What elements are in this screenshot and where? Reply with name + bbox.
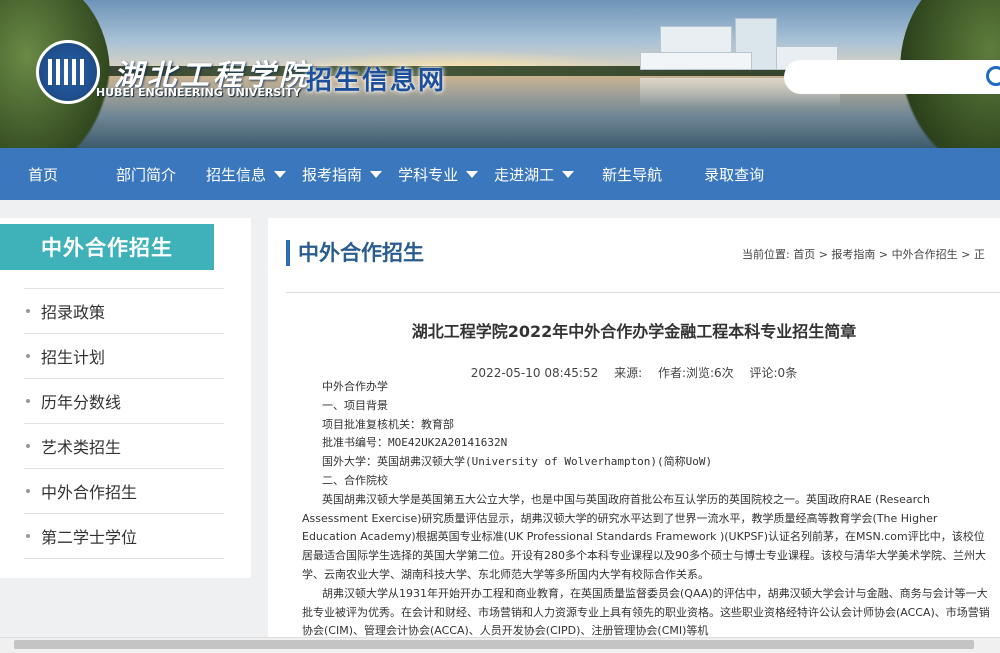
sidebar-item-label: 中外合作招生 (41, 483, 138, 502)
sidebar-list: 招录政策 招生计划 历年分数线 艺术类招生 中外合作招生 第二学士学位 (24, 288, 224, 559)
nav-label: 报考指南 (302, 165, 363, 184)
nav-department[interactable]: 部门简介 (116, 148, 176, 200)
chevron-down-icon (274, 170, 287, 178)
main-content: 中外合作招生 当前位置: 首页 > 报考指南 > 中外合作招生 > 正 湖北工程… (268, 218, 1000, 652)
search-input[interactable] (784, 60, 1000, 94)
nav-guide[interactable]: 报考指南 (302, 148, 383, 200)
sidebar-item-cooperation[interactable]: 中外合作招生 (24, 469, 224, 514)
breadcrumb[interactable]: 当前位置: 首页 > 报考指南 > 中外合作招生 > 正 (742, 246, 985, 262)
chevron-down-icon (562, 170, 575, 178)
sidebar: 中外合作招生 招录政策 招生计划 历年分数线 艺术类招生 中外合作招生 第二学士… (0, 218, 251, 578)
sidebar-item-policy[interactable]: 招录政策 (24, 288, 224, 334)
nav-result-query[interactable]: 录取查询 (704, 148, 764, 200)
divider (286, 292, 1000, 293)
paragraph: 胡弗汉顿大学从1931年开始开办工程和商业教育，在英国质量监督委员会(QAA)的… (302, 586, 990, 638)
nav-freshman[interactable]: 新生导航 (602, 148, 662, 200)
nav-label: 走进湖工 (494, 165, 555, 184)
scrollbar-thumb[interactable] (14, 640, 974, 649)
paragraph: 二、合作院校 (322, 473, 388, 487)
sidebar-item-art[interactable]: 艺术类招生 (24, 424, 224, 469)
main-nav: 首页 部门简介 招生信息 报考指南 学科专业 走进湖工 新生导航 录取查询 (0, 148, 1000, 200)
bullet-icon (26, 489, 30, 493)
article-title: 湖北工程学院2022年中外合作办学金融工程本科专业招生简章 (411, 322, 857, 341)
site-title: 招生信息网 (306, 66, 447, 96)
university-logo[interactable] (36, 40, 100, 104)
bullet-icon (26, 534, 30, 538)
paragraph: 国外大学：英国胡弗汉顿大学(University of Wolverhampto… (322, 455, 713, 469)
sidebar-item-scores[interactable]: 历年分数线 (24, 379, 224, 424)
nav-label: 新生导航 (602, 165, 663, 184)
search-icon[interactable] (986, 66, 1000, 86)
bullet-icon (26, 399, 30, 403)
nav-label: 首页 (28, 165, 59, 184)
nav-label: 录取查询 (704, 165, 765, 184)
sidebar-item-plan[interactable]: 招生计划 (24, 334, 224, 379)
bullet-icon (26, 309, 30, 313)
sidebar-item-label: 招生计划 (41, 348, 106, 367)
paragraph: 项目批准复核机关：教育部 (322, 417, 454, 431)
bullet-icon (26, 444, 30, 448)
nav-about[interactable]: 走进湖工 (494, 148, 575, 200)
nav-label: 部门简介 (116, 165, 177, 184)
sidebar-item-second-degree[interactable]: 第二学士学位 (24, 514, 224, 559)
paragraph: 批准书编号：MOE42UK2A20141632N (322, 436, 508, 450)
nav-label: 学科专业 (398, 165, 459, 184)
sidebar-item-label: 艺术类招生 (41, 438, 122, 457)
paragraph: 英国胡弗汉顿大学是英国第五大公立大学，也是中国与英国政府首批公布互认学历的英国院… (302, 492, 986, 581)
banner-building (640, 52, 752, 70)
paragraph: 一、项目背景 (322, 398, 388, 412)
nav-admission-info[interactable]: 招生信息 (206, 148, 287, 200)
logo-emblem-icon (48, 59, 88, 85)
bullet-icon (26, 354, 30, 358)
nav-majors[interactable]: 学科专业 (398, 148, 479, 200)
chevron-down-icon (466, 170, 479, 178)
sidebar-title: 中外合作招生 (0, 224, 214, 270)
sidebar-item-label: 历年分数线 (41, 393, 122, 412)
chevron-down-icon (370, 170, 383, 178)
article-body: 中外合作办学 一、项目背景 项目批准复核机关：教育部 批准书编号：MOE42UK… (302, 378, 992, 641)
sidebar-item-label: 第二学士学位 (41, 528, 138, 547)
sidebar-item-label: 招录政策 (41, 303, 106, 322)
nav-home[interactable]: 首页 (28, 148, 58, 200)
section-title: 中外合作招生 (286, 240, 424, 266)
paragraph: 中外合作办学 (322, 380, 388, 393)
nav-label: 招生信息 (206, 165, 267, 184)
logo-english-name: HUBEI ENGINEERING UNIVERSITY (96, 86, 301, 99)
